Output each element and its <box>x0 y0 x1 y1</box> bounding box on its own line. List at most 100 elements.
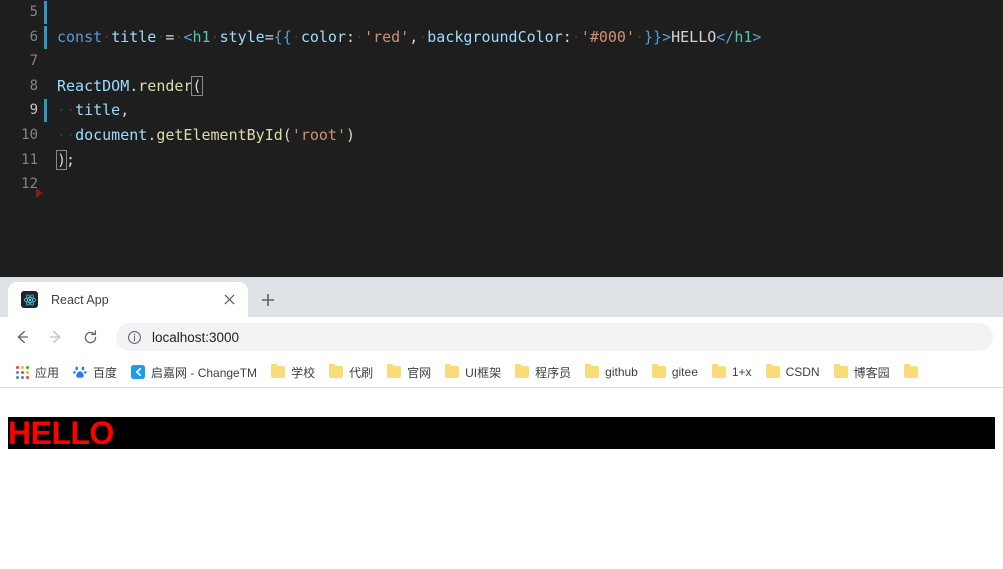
bookmark-item[interactable]: 应用 <box>9 360 66 384</box>
code-line[interactable]: 8 ReactDOM.render( <box>0 74 1003 99</box>
bookmark-label: CSDN <box>785 365 820 379</box>
folder-icon <box>387 364 402 378</box>
code-line[interactable]: 9 ··title, <box>0 98 1003 123</box>
changetm-icon <box>131 365 146 379</box>
address-bar[interactable]: localhost:3000 <box>116 323 993 351</box>
code-token: = <box>264 27 274 46</box>
line-change-marker <box>44 1 47 24</box>
line-number: 7 <box>29 53 38 70</box>
code-text: ··title, <box>57 98 129 123</box>
react-logo-icon <box>21 291 38 308</box>
folder-icon <box>765 364 780 378</box>
bookmark-item[interactable]: 博客园 <box>827 360 897 384</box>
code-line[interactable]: 12 <box>0 172 1003 197</box>
code-token: . <box>129 76 139 95</box>
bookmark-item[interactable]: 1+x <box>705 360 759 384</box>
code-token: , <box>120 101 130 120</box>
code-token: ) <box>55 149 68 170</box>
code-token: > <box>662 27 672 46</box>
bookmark-label: 百度 <box>93 365 118 380</box>
code-token: . <box>147 125 157 144</box>
line-number: 12 <box>21 176 38 193</box>
code-token: document <box>75 125 148 144</box>
folder-icon <box>585 364 600 378</box>
line-number: 8 <box>29 77 38 94</box>
browser-toolbar: localhost:3000 <box>0 317 1003 357</box>
bookmark-item[interactable]: 官网 <box>380 360 438 384</box>
bookmark-label: 启嘉网 - ChangeTM <box>151 365 258 380</box>
code-token: backgroundColor <box>427 27 563 46</box>
code-line[interactable]: 6 const·title·=·<h1·style={{·color:·'red'… <box>0 25 1003 50</box>
line-number: 10 <box>21 126 38 143</box>
code-line[interactable]: 10 ··document.getElementById('root') <box>0 123 1003 148</box>
tab-strip: React App <box>0 277 1003 317</box>
bookmark-item[interactable]: github <box>578 360 645 384</box>
bookmark-label: 1+x <box>731 365 752 379</box>
info-circle-icon[interactable] <box>126 329 142 345</box>
code-token: HELLO <box>671 27 717 46</box>
code-text: ReactDOM.render( <box>57 74 203 99</box>
code-line[interactable]: 5 <box>0 0 1003 25</box>
folder-icon <box>651 364 666 378</box>
code-token: · <box>210 27 220 46</box>
browser-window: React App localhost:3000 应用 百度 启嘉网 - Cha… <box>0 277 1003 569</box>
code-token: </ <box>716 27 735 46</box>
new-tab-button[interactable] <box>254 286 282 314</box>
folder-icon <box>271 364 286 378</box>
bookmark-label: 应用 <box>35 365 60 380</box>
folder-icon <box>903 364 918 378</box>
bookmark-item[interactable]: 程序员 <box>508 360 578 384</box>
code-token: 'red' <box>364 27 410 46</box>
bookmark-item[interactable] <box>897 360 925 384</box>
bookmark-label: github <box>605 365 638 379</box>
code-token: ( <box>191 75 203 96</box>
reload-button[interactable] <box>76 323 104 351</box>
bookmark-item[interactable]: 百度 <box>66 360 124 384</box>
code-token: color <box>300 27 346 46</box>
code-token: title <box>75 101 121 120</box>
bookmark-label: 学校 <box>291 365 316 380</box>
code-text: const·title·=·<h1·style={{·color:·'red',… <box>57 25 761 50</box>
line-number: 9 <box>29 102 38 119</box>
code-token: ·· <box>57 125 76 144</box>
folder-icon <box>515 364 530 378</box>
browser-tab-react-app[interactable]: React App <box>8 282 248 317</box>
line-change-marker <box>44 25 47 49</box>
code-token: ; <box>66 150 76 169</box>
bookmark-label: 程序员 <box>535 365 572 380</box>
code-line[interactable]: 7 <box>0 49 1003 74</box>
back-button[interactable] <box>8 323 36 351</box>
code-lines-container[interactable]: 5 6 const·title·=·<h1·style={{·color:·'red… <box>0 0 1003 198</box>
bookmark-item[interactable]: gitee <box>645 360 705 384</box>
bookmark-item[interactable]: UI框架 <box>438 360 508 384</box>
close-icon[interactable] <box>218 289 240 311</box>
code-editor-pane[interactable]: 5 6 const·title·=·<h1·style={{·color:·'red… <box>0 0 1003 277</box>
bookmark-label: 博客园 <box>853 365 890 380</box>
code-token: 'root' <box>291 125 346 144</box>
folder-icon <box>329 364 344 378</box>
code-token: · <box>571 27 581 46</box>
code-token: : <box>562 27 572 46</box>
code-token: : <box>346 27 356 46</box>
line-number: 5 <box>29 4 38 20</box>
forward-button[interactable] <box>42 323 70 351</box>
code-token: ·· <box>57 101 76 120</box>
code-token: , <box>409 27 419 46</box>
bookmark-item[interactable]: 代刷 <box>322 360 380 384</box>
bookmark-label: 代刷 <box>349 365 374 380</box>
code-token: const <box>57 27 103 46</box>
folder-icon <box>833 364 848 378</box>
bookmark-label: UI框架 <box>465 365 502 380</box>
code-token: '#000' <box>580 27 635 46</box>
code-text: ); <box>55 148 76 173</box>
bookmark-item[interactable]: 启嘉网 - ChangeTM <box>124 360 264 384</box>
bookmark-item[interactable]: CSDN <box>759 360 827 384</box>
code-token: · <box>102 27 112 46</box>
line-number: 6 <box>29 28 38 45</box>
apps-grid-icon <box>16 365 29 379</box>
code-line[interactable]: 11); <box>0 148 1003 173</box>
bookmarks-bar[interactable]: 应用 百度 启嘉网 - ChangeTM 学校 代刷 官网 UI框架 程序员 github git… <box>0 357 1003 388</box>
baidu-icon <box>73 365 87 379</box>
bookmark-item[interactable]: 学校 <box>264 360 322 384</box>
code-token: render <box>138 76 193 95</box>
